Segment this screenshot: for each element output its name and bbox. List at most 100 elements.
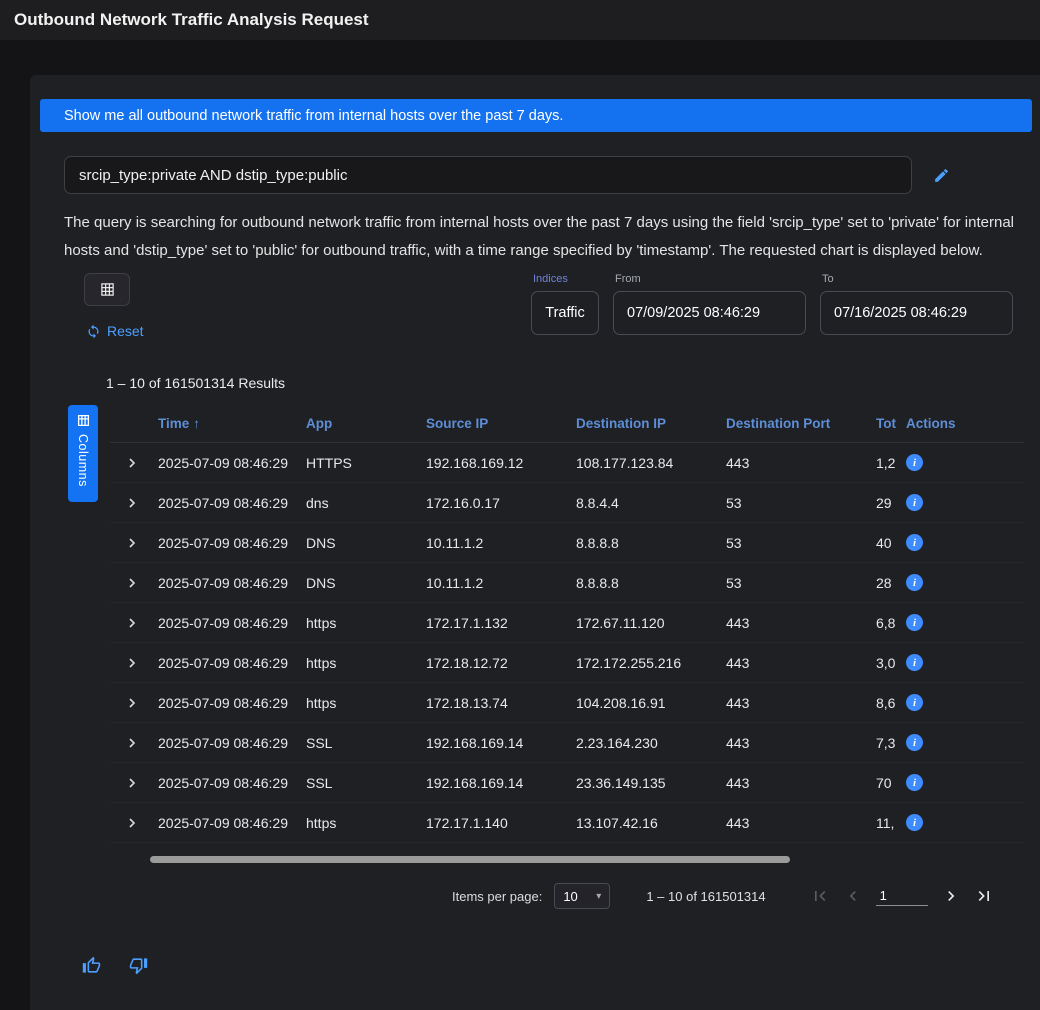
chevron-right-icon xyxy=(124,735,140,751)
chevron-right-icon xyxy=(124,535,140,551)
cell-source-ip: 192.168.169.12 xyxy=(422,455,572,471)
info-icon[interactable]: i xyxy=(906,614,923,631)
cell-destination-port: 443 xyxy=(722,695,872,711)
cell-app: DNS xyxy=(302,575,422,591)
cell-source-ip: 172.16.0.17 xyxy=(422,495,572,511)
prev-page-button[interactable] xyxy=(843,886,863,906)
cell-total: 40 xyxy=(872,535,902,551)
query-input[interactable] xyxy=(64,156,912,194)
table-view-button[interactable] xyxy=(84,273,130,306)
info-icon[interactable]: i xyxy=(906,774,923,791)
header-actions: Actions xyxy=(902,416,962,431)
table-row: 2025-07-09 08:46:29 DNS 10.11.1.2 8.8.8.… xyxy=(110,523,1024,563)
horizontal-scrollbar[interactable] xyxy=(150,856,790,863)
cell-destination-port: 443 xyxy=(722,775,872,791)
thumbs-up-icon xyxy=(82,956,101,975)
cell-time: 2025-07-09 08:46:29 xyxy=(154,455,302,471)
last-page-button[interactable] xyxy=(974,886,994,906)
cell-time: 2025-07-09 08:46:29 xyxy=(154,735,302,751)
next-page-button[interactable] xyxy=(941,886,961,906)
info-icon[interactable]: i xyxy=(906,494,923,511)
results-table: Time↑ App Source IP Destination IP Desti… xyxy=(110,405,1024,863)
thumbs-up-button[interactable] xyxy=(82,956,101,975)
header-time[interactable]: Time↑ xyxy=(154,416,302,431)
columns-button[interactable]: Columns xyxy=(68,405,98,502)
info-icon[interactable]: i xyxy=(906,814,923,831)
row-expand-button[interactable] xyxy=(110,455,154,471)
pagination-bar: Items per page: 10 ▾ 1 – 10 of 161501314 xyxy=(64,883,1024,909)
indices-value[interactable]: Traffic xyxy=(531,291,599,335)
chevron-right-icon xyxy=(124,615,140,631)
table-row: 2025-07-09 08:46:29 https 172.17.1.132 1… xyxy=(110,603,1024,643)
controls-row: Reset Indices Traffic From 07/09/2025 08… xyxy=(64,273,1024,339)
row-expand-button[interactable] xyxy=(110,815,154,831)
first-page-button[interactable] xyxy=(810,886,830,906)
cell-actions: i xyxy=(902,614,962,631)
info-icon[interactable]: i xyxy=(906,454,923,471)
row-expand-button[interactable] xyxy=(110,535,154,551)
cell-destination-ip: 172.172.255.216 xyxy=(572,655,722,671)
cell-time: 2025-07-09 08:46:29 xyxy=(154,535,302,551)
items-per-page-select[interactable]: 10 ▾ xyxy=(554,883,610,909)
info-icon[interactable]: i xyxy=(906,534,923,551)
cell-total: 7,3 xyxy=(872,735,902,751)
cell-time: 2025-07-09 08:46:29 xyxy=(154,615,302,631)
cell-total: 11, xyxy=(872,815,902,831)
cell-actions: i xyxy=(902,494,962,511)
header-source-ip[interactable]: Source IP xyxy=(422,416,572,431)
table-row: 2025-07-09 08:46:29 HTTPS 192.168.169.12… xyxy=(110,443,1024,483)
indices-label: Indices xyxy=(533,273,599,285)
cell-app: dns xyxy=(302,495,422,511)
table-header-row: Time↑ App Source IP Destination IP Desti… xyxy=(110,405,1024,443)
cell-actions: i xyxy=(902,534,962,551)
info-icon[interactable]: i xyxy=(906,694,923,711)
prompt-text: Show me all outbound network traffic fro… xyxy=(64,108,563,124)
columns-grid-icon xyxy=(77,414,90,427)
row-expand-button[interactable] xyxy=(110,775,154,791)
row-expand-button[interactable] xyxy=(110,695,154,711)
cell-destination-port: 443 xyxy=(722,655,872,671)
cell-time: 2025-07-09 08:46:29 xyxy=(154,495,302,511)
page-number-input[interactable] xyxy=(876,886,928,906)
cell-destination-ip: 104.208.16.91 xyxy=(572,695,722,711)
info-icon[interactable]: i xyxy=(906,574,923,591)
cell-app: https xyxy=(302,615,422,631)
cell-time: 2025-07-09 08:46:29 xyxy=(154,695,302,711)
row-expand-button[interactable] xyxy=(110,615,154,631)
cell-actions: i xyxy=(902,814,962,831)
row-expand-button[interactable] xyxy=(110,655,154,671)
info-icon[interactable]: i xyxy=(906,734,923,751)
cell-destination-ip: 8.8.8.8 xyxy=(572,575,722,591)
edit-query-button[interactable] xyxy=(933,167,950,184)
header-destination-ip[interactable]: Destination IP xyxy=(572,416,722,431)
from-datetime-input[interactable]: 07/09/2025 08:46:29 xyxy=(613,291,806,335)
last-page-icon xyxy=(974,886,994,906)
query-explanation: The query is searching for outbound netw… xyxy=(64,209,1024,265)
table-row: 2025-07-09 08:46:29 https 172.17.1.140 1… xyxy=(110,803,1024,843)
cell-destination-port: 443 xyxy=(722,815,872,831)
page-title: Outbound Network Traffic Analysis Reques… xyxy=(14,10,369,30)
info-icon[interactable]: i xyxy=(906,654,923,671)
chevron-right-icon xyxy=(941,886,961,906)
cell-destination-ip: 8.8.8.8 xyxy=(572,535,722,551)
row-expand-button[interactable] xyxy=(110,575,154,591)
cell-app: https xyxy=(302,815,422,831)
cell-destination-port: 443 xyxy=(722,735,872,751)
from-label: From xyxy=(615,273,806,285)
table-row: 2025-07-09 08:46:29 dns 172.16.0.17 8.8.… xyxy=(110,483,1024,523)
to-datetime-input[interactable]: 07/16/2025 08:46:29 xyxy=(820,291,1013,335)
reset-button[interactable]: Reset xyxy=(86,323,144,339)
header-destination-port[interactable]: Destination Port xyxy=(722,416,872,431)
row-expand-button[interactable] xyxy=(110,495,154,511)
cell-destination-ip: 23.36.149.135 xyxy=(572,775,722,791)
header-total[interactable]: Tot xyxy=(872,416,902,431)
table-row: 2025-07-09 08:46:29 https 172.18.13.74 1… xyxy=(110,683,1024,723)
header-app[interactable]: App xyxy=(302,416,422,431)
chevron-right-icon xyxy=(124,815,140,831)
indices-field: Indices Traffic xyxy=(531,273,599,335)
table-row: 2025-07-09 08:46:29 DNS 10.11.1.2 8.8.8.… xyxy=(110,563,1024,603)
cell-total: 3,0 xyxy=(872,655,902,671)
row-expand-button[interactable] xyxy=(110,735,154,751)
table-row: 2025-07-09 08:46:29 SSL 192.168.169.14 2… xyxy=(110,723,1024,763)
thumbs-down-button[interactable] xyxy=(129,956,148,975)
